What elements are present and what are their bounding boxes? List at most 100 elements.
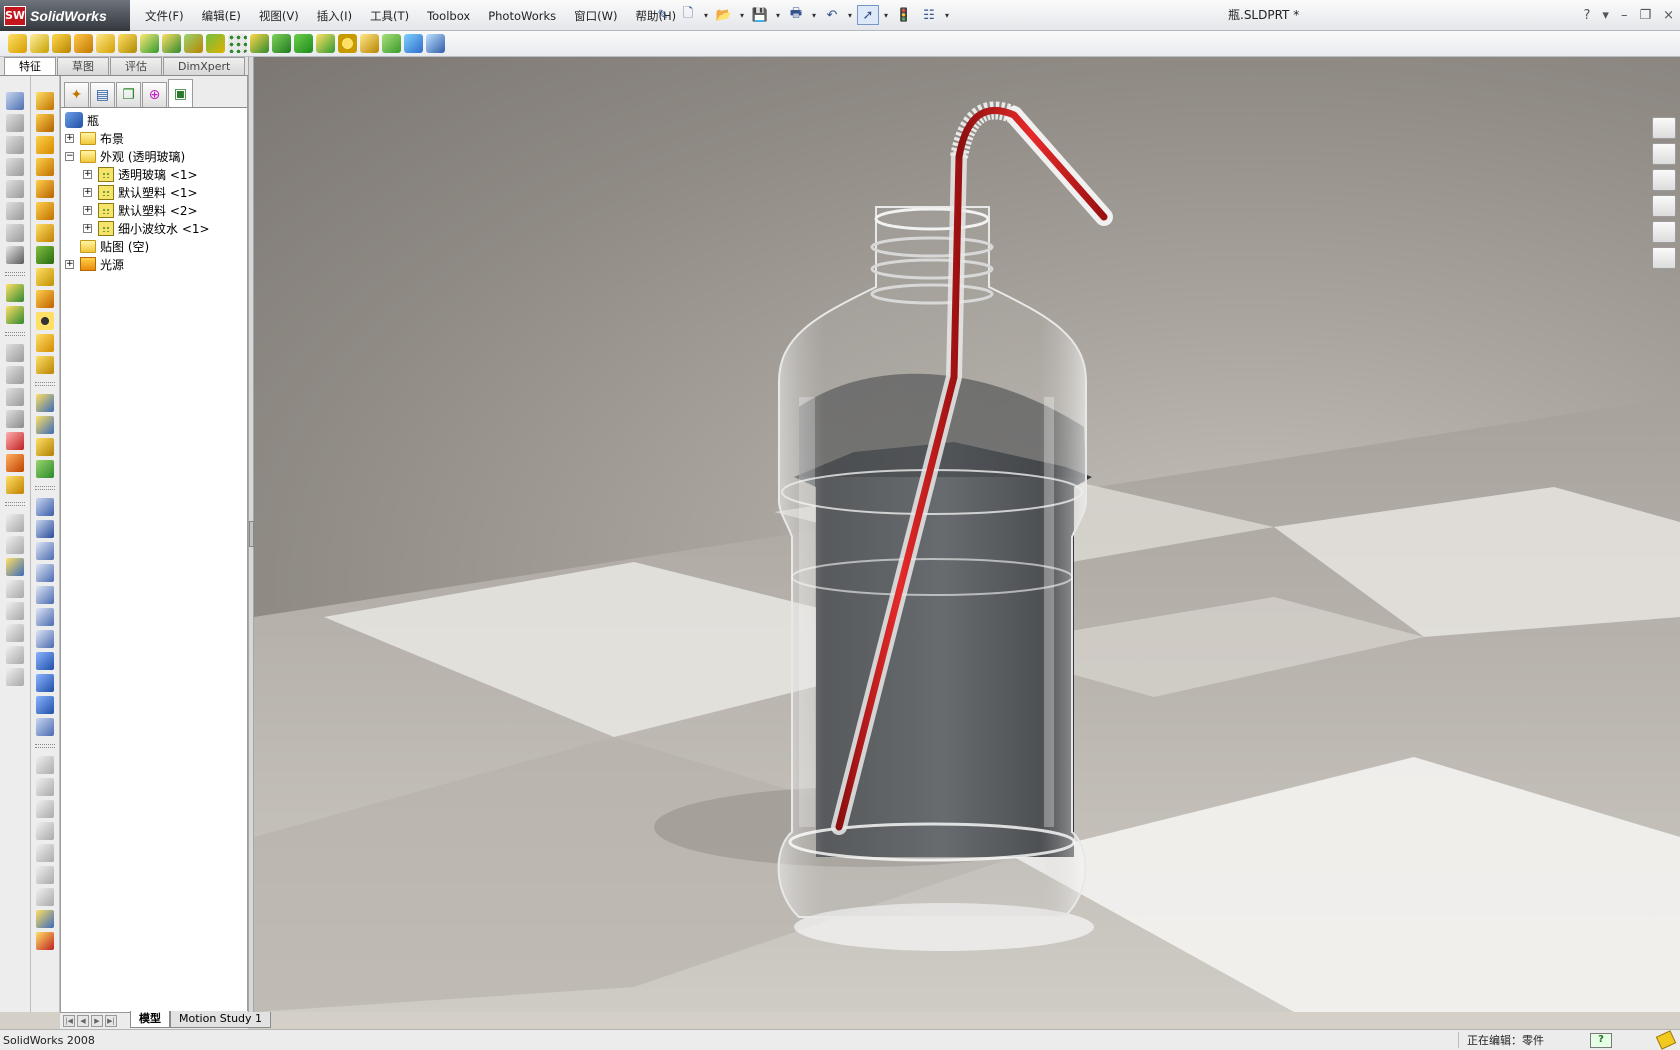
new-dropdown-icon[interactable]: ▾ — [702, 11, 710, 20]
tab-motion-study[interactable]: Motion Study 1 — [170, 1011, 272, 1028]
menu-window[interactable]: 窗口(W) — [565, 0, 626, 31]
combine-icon[interactable] — [360, 34, 379, 53]
expand-toggle[interactable]: + — [83, 223, 92, 233]
expand-toggle[interactable]: + — [65, 133, 74, 143]
options-icon[interactable]: ☷ — [918, 5, 940, 25]
tab-sketch[interactable]: 草图 — [57, 57, 109, 75]
thicken-tool-icon[interactable] — [6, 202, 24, 220]
featuremanager-tree-icon[interactable]: ✦ — [64, 82, 89, 107]
section-view-icon[interactable] — [36, 866, 54, 884]
tree-item-decals[interactable]: 贴图 (空) — [65, 237, 247, 255]
rebuild-icon[interactable]: 🚦 — [893, 5, 915, 25]
tree-item-ripple-water[interactable]: + 细小波纹水 <1> — [65, 219, 247, 237]
print-icon[interactable]: 🖶 — [785, 5, 807, 25]
expand-toggle[interactable]: + — [83, 205, 92, 215]
menu-file[interactable]: 文件(F) — [136, 0, 193, 31]
open-icon[interactable]: 📂 — [713, 5, 735, 25]
bottom-view-icon[interactable] — [36, 630, 54, 648]
loft-tool-icon[interactable] — [6, 158, 24, 176]
dome-icon[interactable] — [272, 34, 291, 53]
back-view-icon[interactable] — [36, 542, 54, 560]
extruded-boss-icon[interactable] — [8, 34, 27, 53]
configurationmanager-icon[interactable]: ❐ — [116, 82, 141, 107]
shell-icon[interactable] — [162, 34, 181, 53]
fillet-tool-icon[interactable] — [36, 290, 54, 308]
collapse-toggle[interactable]: − — [65, 151, 74, 161]
undo-icon[interactable]: ↶ — [821, 5, 843, 25]
spline-tool-icon[interactable] — [6, 646, 24, 664]
circle-tool-icon[interactable] — [6, 602, 24, 620]
print-dropdown-icon[interactable]: ▾ — [810, 11, 818, 20]
dimetric-view-icon[interactable] — [36, 696, 54, 714]
tree-root[interactable]: 瓶 — [65, 111, 247, 129]
view-orientation-icon[interactable] — [36, 718, 54, 736]
isometric-view-icon[interactable] — [36, 652, 54, 670]
combine-body-icon[interactable] — [36, 268, 54, 286]
select-icon[interactable]: ➚ — [857, 5, 879, 25]
hole-tool-icon[interactable] — [6, 246, 24, 264]
wireframe-icon[interactable] — [36, 756, 54, 774]
delete-face-icon[interactable] — [6, 366, 24, 384]
intersect-icon[interactable] — [6, 454, 24, 472]
swept-boss-icon[interactable] — [52, 34, 71, 53]
tree-item-scene[interactable]: + 布景 — [65, 129, 247, 147]
menu-insert[interactable]: 插入(I) — [308, 0, 361, 31]
draft-tool-icon[interactable] — [36, 438, 54, 456]
tab-dimxpert[interactable]: DimXpert — [163, 57, 246, 75]
tab-model[interactable]: 模型 — [130, 1011, 170, 1028]
mirror-icon[interactable] — [250, 34, 269, 53]
pin-icon[interactable]: ✎ — [652, 5, 674, 25]
cut-revolve-icon[interactable] — [36, 224, 54, 242]
sweep-tool-icon[interactable] — [6, 136, 24, 154]
split-line-icon[interactable] — [36, 416, 54, 434]
tree-item-default-plastic-1[interactable]: + 默认塑料 <1> — [65, 183, 247, 201]
replace-face-icon[interactable] — [6, 388, 24, 406]
normal-to-icon[interactable] — [36, 498, 54, 516]
app-logo[interactable]: SW SolidWorks — [0, 0, 130, 31]
thicken-boss-icon[interactable] — [36, 246, 54, 264]
tree-item-default-plastic-2[interactable]: + 默认塑料 <2> — [65, 201, 247, 219]
front-view-icon[interactable] — [36, 520, 54, 538]
open-dropdown-icon[interactable]: ▾ — [738, 11, 746, 20]
close-icon[interactable]: × — [1663, 8, 1674, 23]
first-tab-icon[interactable]: |◀ — [63, 1015, 75, 1027]
rectangle-tool-icon[interactable] — [6, 580, 24, 598]
design-library-icon[interactable] — [1652, 143, 1676, 165]
trimetric-view-icon[interactable] — [36, 674, 54, 692]
dimxpertmanager-icon[interactable]: ⊕ — [142, 82, 167, 107]
tag-icon[interactable] — [1655, 1030, 1677, 1050]
appearances-icon[interactable] — [1652, 221, 1676, 243]
expand-toggle[interactable]: + — [83, 187, 92, 197]
sketch-edit-icon[interactable] — [36, 910, 54, 928]
minimize-icon[interactable]: – — [1621, 8, 1628, 23]
shaded-icon[interactable] — [36, 844, 54, 862]
sketch-tool-icon[interactable] — [6, 514, 24, 532]
freeform-icon[interactable] — [294, 34, 313, 53]
wrap-icon[interactable] — [206, 34, 225, 53]
menu-photoworks[interactable]: PhotoWorks — [479, 0, 565, 31]
expand-toggle[interactable]: + — [65, 259, 74, 269]
shaded-with-edges-icon[interactable] — [36, 822, 54, 840]
split-icon[interactable] — [338, 34, 357, 53]
save-dropdown-icon[interactable]: ▾ — [774, 11, 782, 20]
lofted-boss-icon[interactable] — [74, 34, 93, 53]
axis-tool-icon[interactable] — [6, 306, 24, 324]
rib-icon[interactable] — [140, 34, 159, 53]
menu-edit[interactable]: 编辑(E) — [193, 0, 250, 31]
left-view-icon[interactable] — [36, 564, 54, 582]
tree-item-appearances[interactable]: − 外观 (透明玻璃) — [65, 147, 247, 165]
flex-icon[interactable] — [316, 34, 335, 53]
delete-body-icon[interactable] — [36, 312, 54, 330]
tree-item-clear-glass[interactable]: + 透明玻璃 <1> — [65, 165, 247, 183]
chamfer-icon[interactable] — [118, 34, 137, 53]
boundary-tool-icon[interactable] — [6, 180, 24, 198]
smart-dimension-tool-icon[interactable] — [36, 932, 54, 950]
shell-tool-icon[interactable] — [36, 334, 54, 352]
menu-view[interactable]: 视图(V) — [250, 0, 308, 31]
propertymanager-icon[interactable]: ▤ — [90, 82, 115, 107]
sketch-fillet-icon[interactable] — [6, 668, 24, 686]
revolved-boss-icon[interactable] — [30, 34, 49, 53]
last-tab-icon[interactable]: ▶| — [105, 1015, 117, 1027]
move-body-icon[interactable] — [36, 394, 54, 412]
reference-geometry-icon[interactable] — [382, 34, 401, 53]
